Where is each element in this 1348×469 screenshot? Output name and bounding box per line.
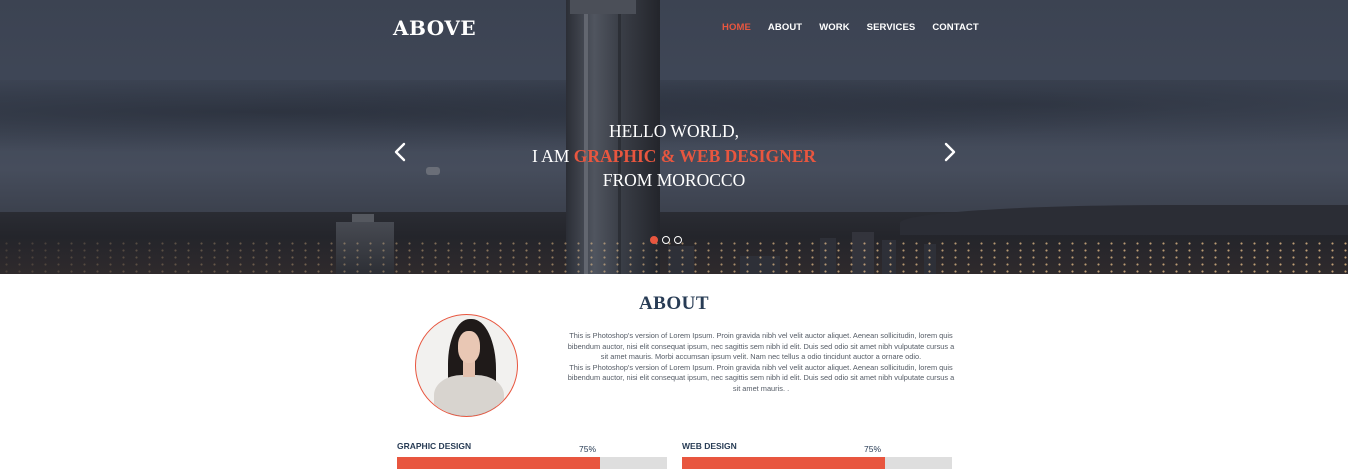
- site-logo[interactable]: ABOVE: [393, 16, 476, 40]
- caption-line-2-prefix: I AM: [531, 145, 574, 166]
- city-lights: [0, 240, 1348, 274]
- slider-dot-2[interactable]: [662, 236, 670, 244]
- slide-caption: HELLO WORLD, I AM GRAPHIC & WEB DESIGNER…: [474, 119, 874, 193]
- avatar-face: [458, 331, 480, 363]
- nav-services-link[interactable]: SERVICES: [867, 22, 916, 33]
- skill-fill: [682, 457, 885, 469]
- caption-line-1: HELLO WORLD,: [609, 121, 739, 141]
- nav-work-link[interactable]: WORK: [819, 22, 849, 33]
- main-nav: HOME ABOUT WORK SERVICES CONTACT: [722, 22, 996, 33]
- skill-track: [397, 457, 667, 469]
- about-paragraph-2: This is Photoshop's version of Lorem Ips…: [567, 362, 955, 393]
- slider-dot-3[interactable]: [674, 236, 682, 244]
- nav-contact-link[interactable]: CONTACT: [932, 22, 978, 33]
- chevron-right-icon[interactable]: [943, 142, 957, 162]
- caption-line-2: I AM GRAPHIC & WEB DESIGNER: [474, 144, 874, 169]
- avatar: [415, 314, 518, 417]
- chevron-left-icon[interactable]: [393, 142, 407, 162]
- about-paragraph-1: This is Photoshop's version of Lorem Ips…: [567, 331, 955, 362]
- skill-label: WEB DESIGN: [682, 441, 737, 451]
- skill-percent: 75%: [864, 444, 882, 454]
- skyscraper-top: [570, 0, 636, 14]
- slider-dot-1[interactable]: [650, 236, 658, 244]
- distant-light: [426, 167, 440, 175]
- slider-dots: [650, 236, 682, 244]
- skill-percent: 75%: [579, 444, 597, 454]
- about-text: This is Photoshop's version of Lorem Ips…: [566, 331, 956, 395]
- skill-label: GRAPHIC DESIGN: [397, 441, 472, 451]
- hillside: [900, 205, 1348, 235]
- hero-slider: ABOVE HOME ABOUT WORK SERVICES CONTACT H…: [0, 0, 1348, 274]
- about-heading: ABOUT: [638, 293, 710, 314]
- avatar-shirt: [434, 375, 504, 416]
- skill-fill: [397, 457, 600, 469]
- skill-track: [682, 457, 952, 469]
- nav-home-link[interactable]: HOME: [722, 22, 751, 33]
- caption-line-3: FROM MOROCCO: [602, 170, 746, 190]
- caption-accent: GRAPHIC & WEB DESIGNER: [573, 145, 817, 166]
- nav-about-link[interactable]: ABOUT: [768, 22, 802, 33]
